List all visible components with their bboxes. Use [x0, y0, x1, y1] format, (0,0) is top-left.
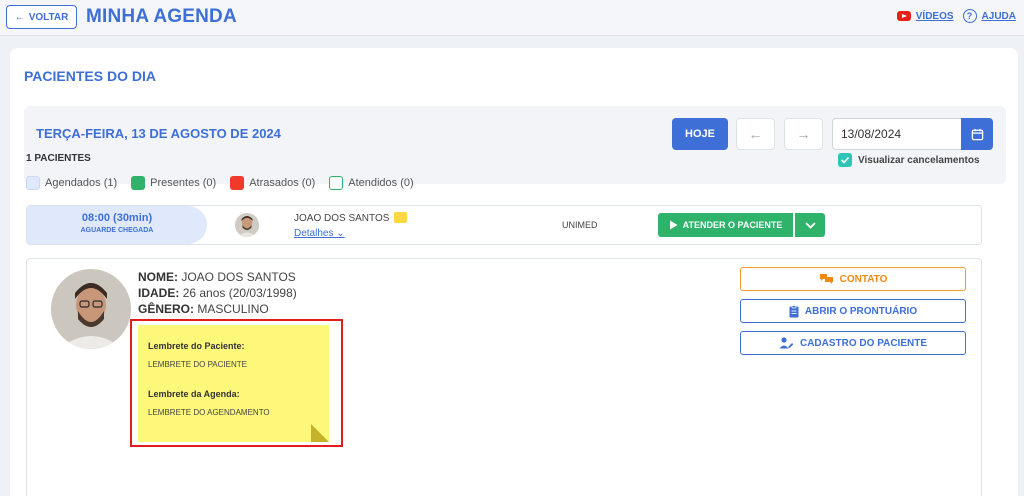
today-button[interactable]: HOJE: [672, 118, 728, 150]
check-icon: [840, 156, 850, 164]
patient-detail-panel: NOME: JOAO DOS SANTOS IDADE: 26 anos (20…: [26, 258, 982, 496]
age-label: IDADE:: [138, 286, 180, 300]
patient-avatar-small: [235, 213, 259, 237]
appointment-time: 08:00 (30min): [81, 212, 153, 224]
show-cancellations-label: Visualizar cancelamentos: [858, 154, 980, 166]
help-link[interactable]: AJUDA: [982, 11, 1016, 22]
legend-late: Atrasados (0): [230, 176, 315, 190]
patient-register-label: CADASTRO DO PACIENTE: [799, 337, 928, 349]
legend-attended: Atendidos (0): [329, 176, 414, 190]
help-icon[interactable]: ?: [962, 9, 977, 23]
patient-info: NOME: JOAO DOS SANTOS IDADE: 26 anos (20…: [138, 269, 297, 317]
attend-patient-label: ATENDER O PACIENTE: [682, 220, 783, 230]
legend-label: Agendados (1): [45, 177, 118, 189]
back-button[interactable]: ← VOLTAR: [6, 5, 77, 29]
legend-label: Atendidos (0): [348, 177, 414, 189]
legend-present: Presentes (0): [131, 176, 216, 190]
contact-label: CONTATO: [839, 273, 888, 285]
appointment-time-block: 08:00 (30min) AGUARDE CHEGADA: [27, 206, 207, 244]
next-day-button[interactable]: →: [784, 118, 823, 150]
legend-swatch: [230, 176, 245, 190]
sticky-note-icon[interactable]: [394, 212, 407, 223]
details-link[interactable]: Detalhes ⌄: [294, 228, 345, 239]
gender-value: MASCULINO: [197, 302, 269, 316]
section-title: PACIENTES DO DIA: [24, 68, 156, 84]
date-panel: TERÇA-FEIRA, 13 DE AGOSTO DE 2024 HOJE ←…: [24, 106, 1006, 184]
insurer-name: UNIMED: [562, 220, 598, 230]
date-input[interactable]: 13/08/2024: [832, 118, 962, 150]
gender-label: GÊNERO:: [138, 302, 195, 316]
patient-register-button[interactable]: CADASTRO DO PACIENTE: [740, 331, 966, 355]
legend-swatch: [131, 176, 146, 190]
name-label: NOME:: [138, 270, 178, 284]
back-button-label: VOLTAR: [28, 11, 69, 23]
calendar-button[interactable]: [961, 118, 993, 150]
attend-dropdown-button[interactable]: [795, 213, 825, 237]
open-record-label: ABRIR O PRONTUÁRIO: [804, 305, 918, 317]
patient-gender-line: GÊNERO: MASCULINO: [138, 301, 297, 317]
chevron-down-icon: [804, 221, 816, 229]
user-edit-icon: [779, 337, 794, 349]
clipboard-icon: [789, 304, 799, 317]
legend-swatch: [26, 176, 40, 190]
current-date-label: TERÇA-FEIRA, 13 DE AGOSTO DE 2024: [36, 126, 281, 141]
appointment-row[interactable]: 08:00 (30min) AGUARDE CHEGADA JOAO DOS S…: [26, 205, 982, 245]
name-value: JOAO DOS SANTOS: [181, 270, 296, 284]
highlight-frame: [130, 319, 343, 447]
legend-label: Atrasados (0): [249, 177, 316, 189]
patient-age-line: IDADE: 26 anos (20/03/1998): [138, 285, 297, 301]
patient-photo: [51, 269, 131, 349]
top-links: VÍDEOS ? AJUDA: [896, 9, 1016, 23]
status-legend: Agendados (1) Presentes (0) Atrasados (0…: [26, 176, 414, 190]
open-record-button[interactable]: ABRIR O PRONTUÁRIO: [740, 299, 966, 323]
appointment-patient-name: JOAO DOS SANTOS: [294, 213, 390, 224]
calendar-icon: [971, 128, 983, 140]
top-bar: ← VOLTAR MINHA AGENDA VÍDEOS ? AJUDA: [0, 0, 1024, 36]
show-cancellations-row: Visualizar cancelamentos: [838, 153, 980, 167]
legend-swatch: [329, 176, 344, 190]
youtube-icon[interactable]: [896, 11, 911, 21]
legend-scheduled: Agendados (1): [26, 176, 117, 190]
legend-label: Presentes (0): [150, 177, 217, 189]
attend-patient-button[interactable]: ATENDER O PACIENTE: [658, 213, 793, 237]
show-cancellations-checkbox[interactable]: [838, 153, 852, 167]
page-title: MINHA AGENDA: [86, 6, 237, 27]
patient-name-line: NOME: JOAO DOS SANTOS: [138, 269, 297, 285]
patient-count: 1 PACIENTES: [26, 153, 91, 164]
age-value: 26 anos (20/03/1998): [182, 286, 297, 300]
arrow-left-icon: ←: [14, 11, 25, 23]
chevron-down-icon: ⌄: [336, 228, 345, 239]
videos-link[interactable]: VÍDEOS: [916, 11, 954, 22]
details-label: Detalhes: [294, 228, 334, 239]
play-icon: [669, 220, 678, 230]
contact-button[interactable]: CONTATO: [740, 267, 966, 291]
chat-icon: [819, 274, 833, 284]
appointment-status: AGUARDE CHEGADA: [80, 227, 154, 234]
previous-day-button[interactable]: ←: [736, 118, 775, 150]
